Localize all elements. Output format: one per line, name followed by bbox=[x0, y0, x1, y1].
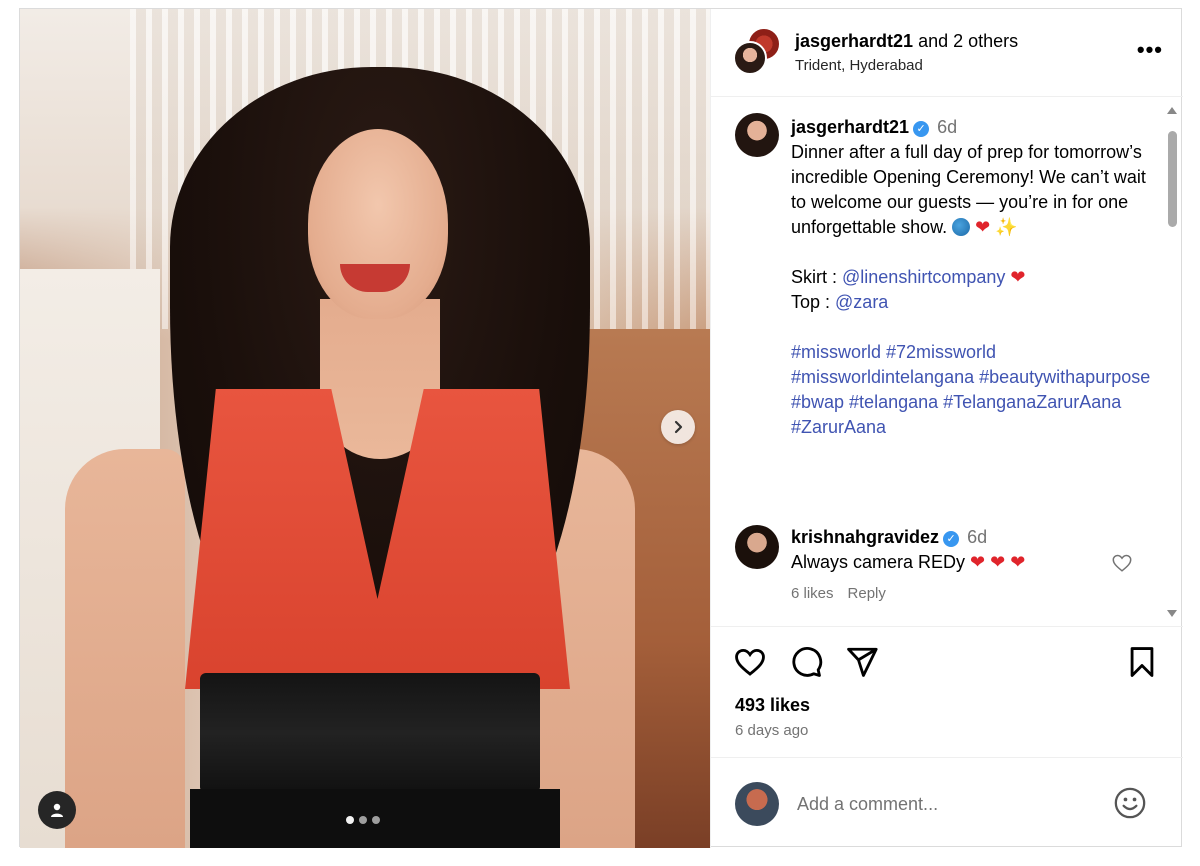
comment-likes[interactable]: 6 likes bbox=[791, 585, 834, 602]
black-belt bbox=[200, 673, 540, 793]
scroll-thumb[interactable] bbox=[1168, 131, 1177, 227]
post-header: jasgerhardt21 and 2 others Trident, Hyde… bbox=[711, 9, 1183, 97]
comment-time[interactable]: 6d bbox=[967, 527, 987, 547]
comments-section: jasgerhardt21 ✓ 6d Dinner after a full day… bbox=[711, 97, 1183, 627]
top-label: Top : bbox=[791, 292, 836, 312]
bookmark-icon[interactable] bbox=[1125, 645, 1159, 679]
collab-others[interactable]: and 2 others bbox=[913, 31, 1018, 51]
caption-username[interactable]: jasgerhardt21 bbox=[791, 117, 909, 137]
verified-icon: ✓ bbox=[943, 531, 960, 547]
post-details-panel: jasgerhardt21 and 2 others Trident, Hyde… bbox=[710, 9, 1183, 848]
post-photo[interactable] bbox=[20, 9, 710, 848]
heart-icon[interactable] bbox=[733, 645, 767, 679]
reply-button[interactable]: Reply bbox=[848, 585, 886, 602]
comment-icon[interactable] bbox=[789, 645, 823, 679]
carousel-indicator bbox=[346, 816, 380, 824]
comment-username[interactable]: krishnahgravidez bbox=[791, 527, 939, 547]
person-arm-left bbox=[65, 449, 185, 848]
avatar[interactable] bbox=[735, 113, 779, 157]
more-options-button[interactable]: ••• bbox=[1137, 39, 1163, 61]
emoji-icon[interactable] bbox=[1113, 786, 1147, 820]
collab-avatars[interactable] bbox=[733, 27, 783, 77]
heart-emoji-icon: ❤ bbox=[1005, 267, 1026, 287]
share-icon[interactable] bbox=[845, 645, 879, 679]
post-location[interactable]: Trident, Hyderabad bbox=[795, 57, 923, 74]
skirt-mention-link[interactable]: @linenshirtcompany bbox=[842, 267, 1005, 287]
comment-item: krishnahgravidez ✓ 6d Always camera REDy ❤… bbox=[791, 525, 1121, 575]
heart-icon[interactable] bbox=[1111, 552, 1133, 574]
avatar[interactable] bbox=[735, 525, 779, 569]
scroll-down-arrow[interactable] bbox=[1167, 610, 1177, 617]
comments-scrollbar[interactable] bbox=[1165, 107, 1179, 617]
hashtags[interactable]: #missworld #72missworld #missworldintela… bbox=[791, 342, 1150, 437]
top-mention-link[interactable]: @zara bbox=[835, 292, 888, 312]
globe-emoji-icon bbox=[947, 217, 971, 237]
chevron-right-icon bbox=[674, 420, 683, 434]
post-modal: jasgerhardt21 and 2 others Trident, Hyde… bbox=[19, 8, 1183, 848]
post-likes-count[interactable]: 493 likes bbox=[735, 695, 810, 716]
post-caption: jasgerhardt21 ✓ 6d Dinner after a full day… bbox=[791, 115, 1161, 440]
comment-meta: 6 likes Reply bbox=[791, 585, 900, 602]
scroll-up-arrow[interactable] bbox=[1167, 107, 1177, 114]
verified-icon: ✓ bbox=[913, 121, 930, 137]
heart-emoji-icon: ❤ ❤ ❤ bbox=[965, 552, 1026, 572]
avatar bbox=[735, 782, 779, 826]
author-username[interactable]: jasgerhardt21 bbox=[795, 31, 913, 51]
carousel-dot bbox=[372, 816, 380, 824]
add-comment-bar bbox=[711, 757, 1183, 848]
post-authors: jasgerhardt21 and 2 others bbox=[795, 31, 1018, 52]
sparkles-emoji-icon: ✨ bbox=[990, 217, 1018, 237]
comment-text: Always camera REDy bbox=[791, 552, 966, 572]
comment-input[interactable] bbox=[797, 794, 1097, 815]
carousel-dot bbox=[346, 816, 354, 824]
heart-emoji-icon: ❤ bbox=[970, 217, 991, 237]
post-timestamp[interactable]: 6 days ago bbox=[735, 722, 808, 739]
post-actions bbox=[711, 627, 1183, 687]
user-icon bbox=[51, 803, 63, 817]
tagged-users-button[interactable] bbox=[38, 791, 76, 829]
avatar bbox=[733, 41, 767, 75]
skirt-label: Skirt : bbox=[791, 267, 843, 287]
next-photo-button[interactable] bbox=[661, 410, 695, 444]
caption-time[interactable]: 6d bbox=[937, 117, 957, 137]
carousel-dot bbox=[359, 816, 367, 824]
